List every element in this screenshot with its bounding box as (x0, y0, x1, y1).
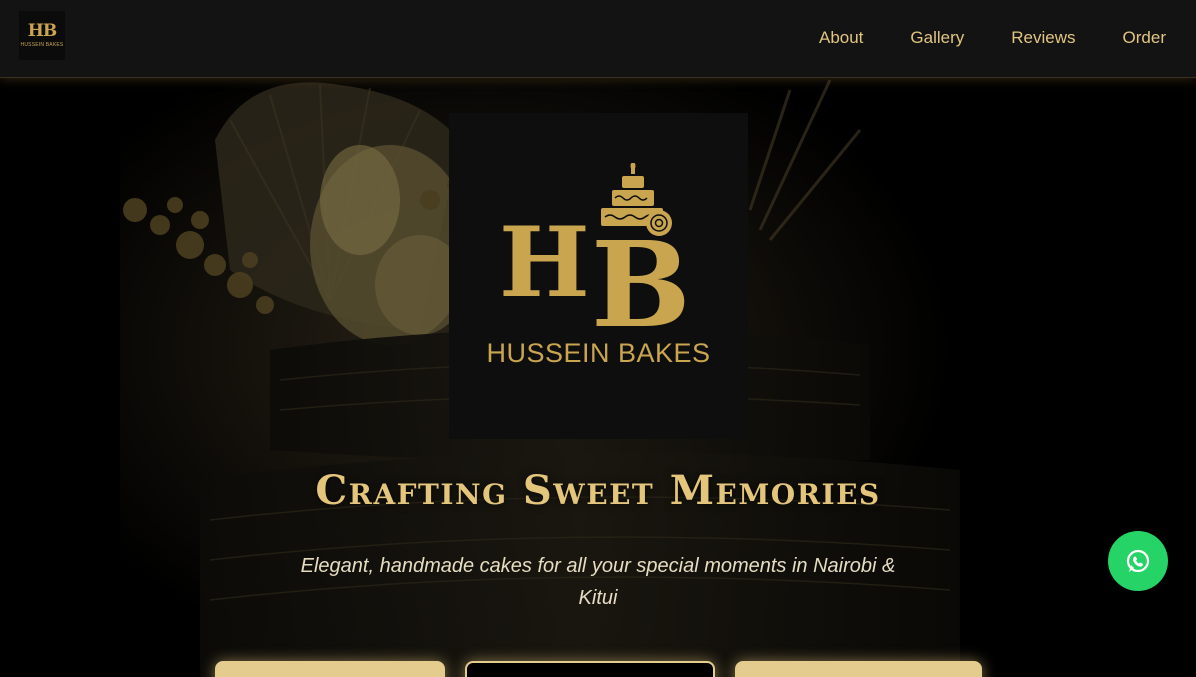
hero-subtitle: Elegant, handmade cakes for all your spe… (300, 555, 896, 609)
site-header: HB HUSSEIN BAKES About Gallery Reviews O… (0, 0, 1196, 78)
cake-monogram-icon: H B (499, 163, 691, 333)
monogram-h-glyph: H (499, 206, 590, 319)
hero-brand-name: HUSSEIN BAKES (486, 338, 711, 368)
monogram-b-glyph: B (591, 215, 691, 333)
nav-link-order[interactable]: Order (1123, 28, 1166, 48)
whatsapp-button[interactable] (1108, 531, 1168, 591)
header-logo[interactable]: HB HUSSEIN BAKES (19, 11, 65, 60)
main-nav: About Gallery Reviews Order (772, 28, 1166, 48)
nav-link-about[interactable]: About (819, 28, 863, 48)
cta-button-primary[interactable] (215, 661, 445, 677)
cta-button-tertiary[interactable] (735, 661, 982, 677)
header-logo-monogram: HB (27, 21, 57, 41)
whatsapp-icon (1126, 549, 1150, 573)
nav-link-reviews[interactable]: Reviews (1011, 28, 1075, 48)
hero-title: Crafting Sweet Memories (315, 467, 881, 514)
hero-logo: H B HUSSEIN BAKES (449, 113, 748, 439)
nav-link-gallery[interactable]: Gallery (910, 28, 964, 48)
cta-button-secondary[interactable] (465, 661, 715, 677)
header-logo-caption: HUSSEIN BAKES (20, 42, 64, 48)
